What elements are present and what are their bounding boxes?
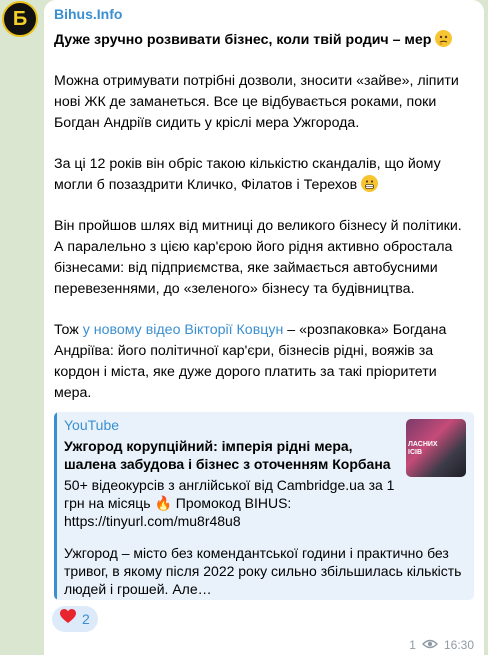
paragraph-3: Він пройшов шлях від митниці до великого…: [54, 218, 462, 297]
preview-thumbnail[interactable]: ЛАСНИХ ІСІВ: [406, 419, 466, 477]
preview-site-name: YouTube: [64, 417, 120, 433]
message-bubble: Bihus.Info Дуже зручно розвивати бізнес,…: [44, 0, 484, 655]
preview-title: Ужгород корупційний: імперія рідні мера,…: [64, 438, 391, 472]
channel-name[interactable]: Bihus.Info: [54, 6, 122, 22]
thinking-face-icon: [435, 30, 453, 47]
preview-description-2: Ужгород – місто без комендантської годин…: [64, 545, 462, 597]
paragraph-1: Можна отримувати потрібні дозволи, зноси…: [54, 73, 459, 131]
reaction-count: 2: [82, 611, 90, 627]
paragraph-4: Тож у новому відео Вікторії Ковцун – «ро…: [54, 322, 447, 401]
reaction-heart[interactable]: 2: [52, 606, 98, 632]
grimacing-face-icon: [361, 175, 379, 192]
message-time: 16:30: [443, 638, 474, 652]
view-count: 1: [409, 638, 416, 652]
channel-avatar[interactable]: Б: [2, 1, 38, 37]
thumbnail-text: ЛАСНИХ ІСІВ: [408, 441, 438, 456]
message-title: Дуже зручно розвивати бізнес, коли твій …: [54, 30, 472, 51]
paragraph-2: За ці 12 років він обріс такою кількістю…: [54, 156, 441, 193]
avatar-letter: Б: [12, 7, 28, 30]
message-text: Дуже зручно розвивати бізнес, коли твій …: [54, 30, 472, 424]
eye-icon: [421, 638, 438, 652]
message-meta: 1 16:30: [409, 638, 474, 652]
video-link[interactable]: у новому відео Вікторії Ковцун: [83, 322, 284, 338]
heart-icon: [60, 609, 76, 629]
link-preview[interactable]: YouTube Ужгород корупційний: імперія рід…: [54, 412, 474, 600]
preview-description: 50+ відеокурсів з англійської від Cambri…: [64, 477, 395, 529]
